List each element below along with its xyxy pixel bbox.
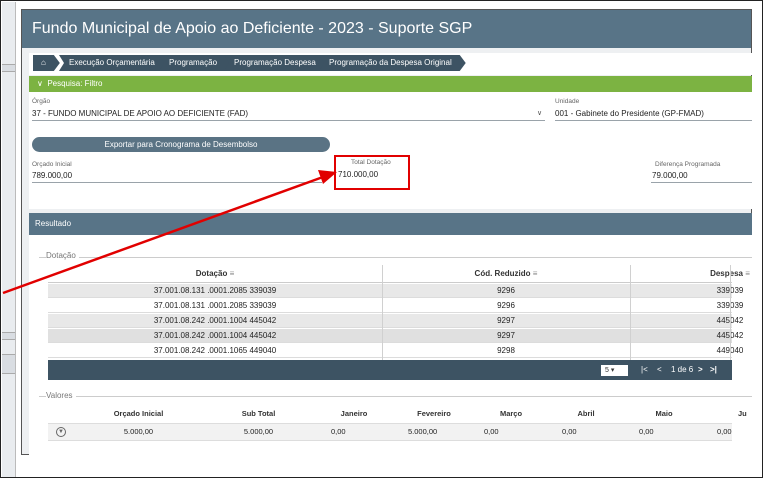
cell-despesa: 339039 <box>630 299 762 313</box>
cell-janeiro: 0,00 <box>331 427 346 436</box>
filter-header-label: Pesquisa: Filtro <box>47 79 103 88</box>
breadcrumb-item[interactable]: Programação <box>159 55 231 71</box>
last-page-icon[interactable]: >| <box>710 364 717 376</box>
first-page-icon[interactable]: |< <box>641 364 648 376</box>
app-title: Fundo Municipal de Apoio ao Deficiente -… <box>22 10 751 48</box>
unidade-select[interactable]: 001 - Gabinete do Presidente (GP-FMAD) <box>555 109 704 118</box>
filter-icon[interactable]: ≡ <box>533 269 538 278</box>
orgao-select[interactable]: 37 - FUNDO MUNICIPAL DE APOIO AO DEFICIE… <box>32 109 248 118</box>
cell-cod-reduzido: 9296 <box>497 286 515 295</box>
dotacao-group-label: Dotação <box>46 251 79 260</box>
orcado-underline <box>32 182 322 183</box>
col-junho: Ju <box>738 409 747 418</box>
col-dotacao[interactable]: Dotação ≡ <box>48 265 382 283</box>
highlight-box <box>334 155 410 190</box>
strip-tab <box>2 64 15 72</box>
unidade-underline <box>555 120 752 121</box>
breadcrumb: ⌂ Execução Orçamentária Programação Prog… <box>29 53 752 75</box>
diferenca-underline <box>651 182 752 183</box>
col-abril: Abril <box>577 409 595 418</box>
orcado-inicial-label: Orçado Inicial <box>32 161 72 168</box>
col-despesa[interactable]: Despesa ≡ <box>630 265 762 283</box>
column-divider <box>382 265 383 372</box>
cell-fevereiro: 5.000,00 <box>408 427 438 436</box>
cell-cod-reduzido: 9297 <box>497 331 515 340</box>
cell-marco: 0,00 <box>484 427 499 436</box>
table-pager: 5 ▾ |< < 1 de 6 > >| <box>48 360 732 380</box>
home-icon: ⌂ <box>41 58 46 67</box>
breadcrumb-item[interactable]: Execução Orçamentária <box>59 55 169 71</box>
expand-row-icon[interactable]: ▼ <box>56 427 66 437</box>
cell-despesa: 449040 <box>630 344 762 358</box>
cell-junho: 0,00 <box>717 427 732 436</box>
col-janeiro: Janeiro <box>340 409 368 418</box>
col-marco: Março <box>499 409 523 418</box>
filter-icon[interactable]: ≡ <box>230 269 235 278</box>
cell-maio: 0,00 <box>639 427 654 436</box>
valores-group-label: Valores <box>46 391 76 400</box>
cell-orcado-inicial: 5.000,00 <box>123 427 154 436</box>
prev-page-icon[interactable]: < <box>657 364 662 376</box>
diferenca-value: 79.000,00 <box>652 171 688 180</box>
cell-cod-reduzido: 9297 <box>497 316 515 325</box>
valores-group-line <box>39 396 752 397</box>
cell-dotacao: 37.001.08.242 .0001.1004 445042 <box>153 331 277 340</box>
breadcrumb-item[interactable]: Programação da Despesa Original <box>319 55 466 71</box>
page-size-select[interactable]: 5 ▾ <box>601 365 628 376</box>
orgao-label: Órgão <box>32 98 51 105</box>
cell-dotacao: 37.001.08.131 .0001.2085 339039 <box>153 286 277 295</box>
col-fevereiro: Fevereiro <box>417 409 451 418</box>
screenshot-frame: Fundo Municipal de Apoio ao Deficiente -… <box>0 0 763 478</box>
cell-despesa: 339039 <box>630 284 762 298</box>
cell-despesa: 445042 <box>630 329 762 343</box>
cell-cod-reduzido: 9298 <box>497 346 515 355</box>
filter-icon[interactable]: ≡ <box>745 269 750 278</box>
export-cronograma-button[interactable]: Exportar para Cronograma de Desembolso <box>32 137 330 152</box>
breadcrumb-item[interactable]: Programação Despesa <box>224 55 330 71</box>
column-divider <box>730 265 731 372</box>
orcado-inicial-value: 789.000,00 <box>32 171 73 180</box>
breadcrumb-home[interactable]: ⌂ <box>33 55 60 71</box>
strip-tab <box>2 354 15 374</box>
cell-dotacao: 37.001.08.242 .0001.1065 449040 <box>153 346 277 355</box>
cell-cod-reduzido: 9296 <box>497 301 515 310</box>
cell-dotacao: 37.001.08.131 .0001.2085 339039 <box>153 301 277 310</box>
col-sub-total: Sub Total <box>241 409 276 418</box>
cell-abril: 0,00 <box>562 427 577 436</box>
left-window-strip <box>2 2 16 477</box>
strip-tab <box>2 332 15 340</box>
dotacao-group-line <box>39 257 752 258</box>
col-cod-reduzido[interactable]: Cód. Reduzido ≡ <box>382 265 630 283</box>
cell-dotacao: 37.001.08.242 .0001.1004 445042 <box>153 316 277 325</box>
chevron-down-icon: ∨ <box>37 79 43 88</box>
column-divider <box>630 265 631 372</box>
unidade-label: Unidade <box>555 98 580 105</box>
cell-despesa: 445042 <box>630 314 762 328</box>
resultado-header: Resultado <box>29 213 752 235</box>
orgao-underline <box>32 120 545 121</box>
diferenca-label: Diferença Programada <box>655 161 721 168</box>
page-info: 1 de 6 <box>671 365 694 374</box>
col-orcado-inicial: Orçado Inicial <box>113 409 164 418</box>
cell-sub-total: 5.000,00 <box>243 427 274 436</box>
col-maio: Maio <box>655 409 673 418</box>
chevron-down-icon[interactable]: ∨ <box>537 109 542 117</box>
filter-panel-header[interactable]: ∨ Pesquisa: Filtro <box>29 76 752 92</box>
next-page-icon[interactable]: > <box>698 364 703 376</box>
